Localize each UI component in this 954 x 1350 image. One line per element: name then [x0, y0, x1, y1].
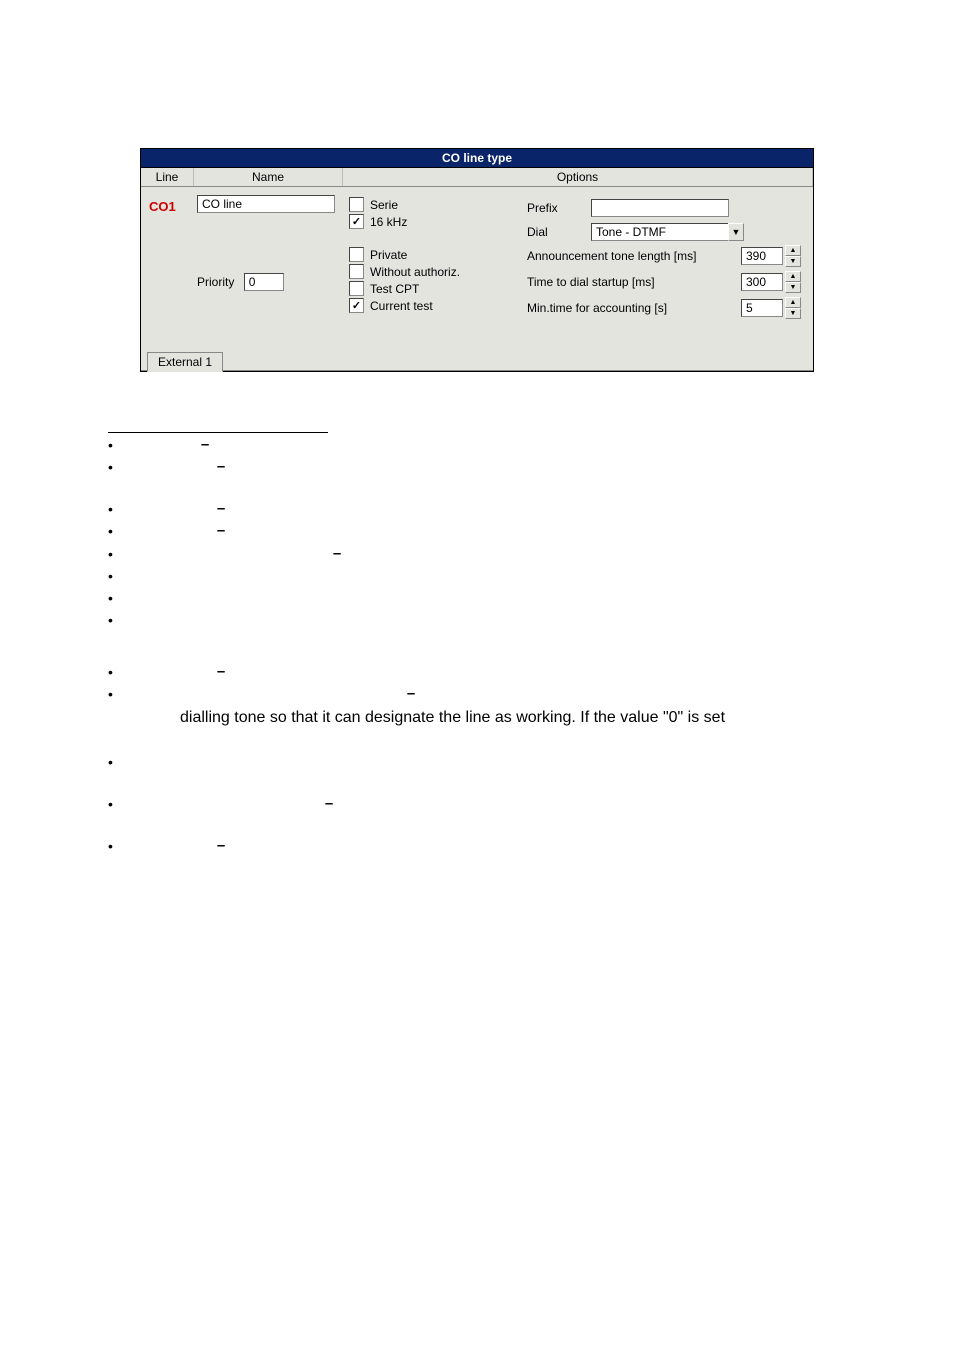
- panel-header: Line Name Options: [141, 168, 813, 187]
- co-line-type-panel: CO line type Line Name Options CO1 Prior…: [140, 148, 814, 372]
- min-acc-label: Min.time for accounting [s]: [527, 301, 741, 315]
- label-without-authoriz: Without authoriz.: [370, 265, 460, 279]
- hidden-doc-list: •– •– • •– •– •– • • • •– • – dialling t…: [100, 432, 854, 856]
- spin-up-icon[interactable]: ▲: [785, 297, 801, 308]
- tab-external-1[interactable]: External 1: [147, 352, 223, 372]
- spin-up-icon[interactable]: ▲: [785, 271, 801, 282]
- checkbox-16khz[interactable]: [349, 214, 364, 229]
- chevron-down-icon[interactable]: ▼: [728, 223, 744, 241]
- checkbox-current-test[interactable]: [349, 298, 364, 313]
- dial-type-select[interactable]: [591, 223, 729, 241]
- dial-startup-input[interactable]: [741, 273, 783, 291]
- label-private: Private: [370, 248, 407, 262]
- dial-startup-label: Time to dial startup [ms]: [527, 275, 741, 289]
- dial-label: Dial: [527, 225, 591, 239]
- prefix-label: Prefix: [527, 201, 591, 215]
- ann-tone-input[interactable]: [741, 247, 783, 265]
- min-acc-input[interactable]: [741, 299, 783, 317]
- checkbox-without-authoriz[interactable]: [349, 264, 364, 279]
- row-line-id: CO1: [149, 195, 197, 323]
- spin-down-icon[interactable]: ▼: [785, 308, 801, 319]
- prefix-input[interactable]: [591, 199, 729, 217]
- priority-label: Priority: [197, 275, 234, 289]
- ann-tone-label: Announcement tone length [ms]: [527, 249, 741, 263]
- label-current-test: Current test: [370, 299, 433, 313]
- visible-doc-line: dialling tone so that it can designate t…: [180, 706, 846, 730]
- checkbox-private[interactable]: [349, 247, 364, 262]
- header-options: Options: [343, 168, 813, 186]
- name-input[interactable]: [197, 195, 335, 213]
- header-line: Line: [141, 168, 194, 186]
- label-test-cpt: Test CPT: [370, 282, 419, 296]
- label-16khz: 16 kHz: [370, 215, 407, 229]
- checkbox-test-cpt[interactable]: [349, 281, 364, 296]
- section-divider: [108, 432, 328, 433]
- label-serie: Serie: [370, 198, 398, 212]
- priority-input[interactable]: [244, 273, 284, 291]
- panel-title: CO line type: [141, 149, 813, 168]
- spin-down-icon[interactable]: ▼: [785, 282, 801, 293]
- header-name: Name: [194, 168, 343, 186]
- spin-down-icon[interactable]: ▼: [785, 256, 801, 267]
- spin-up-icon[interactable]: ▲: [785, 245, 801, 256]
- checkbox-serie[interactable]: [349, 197, 364, 212]
